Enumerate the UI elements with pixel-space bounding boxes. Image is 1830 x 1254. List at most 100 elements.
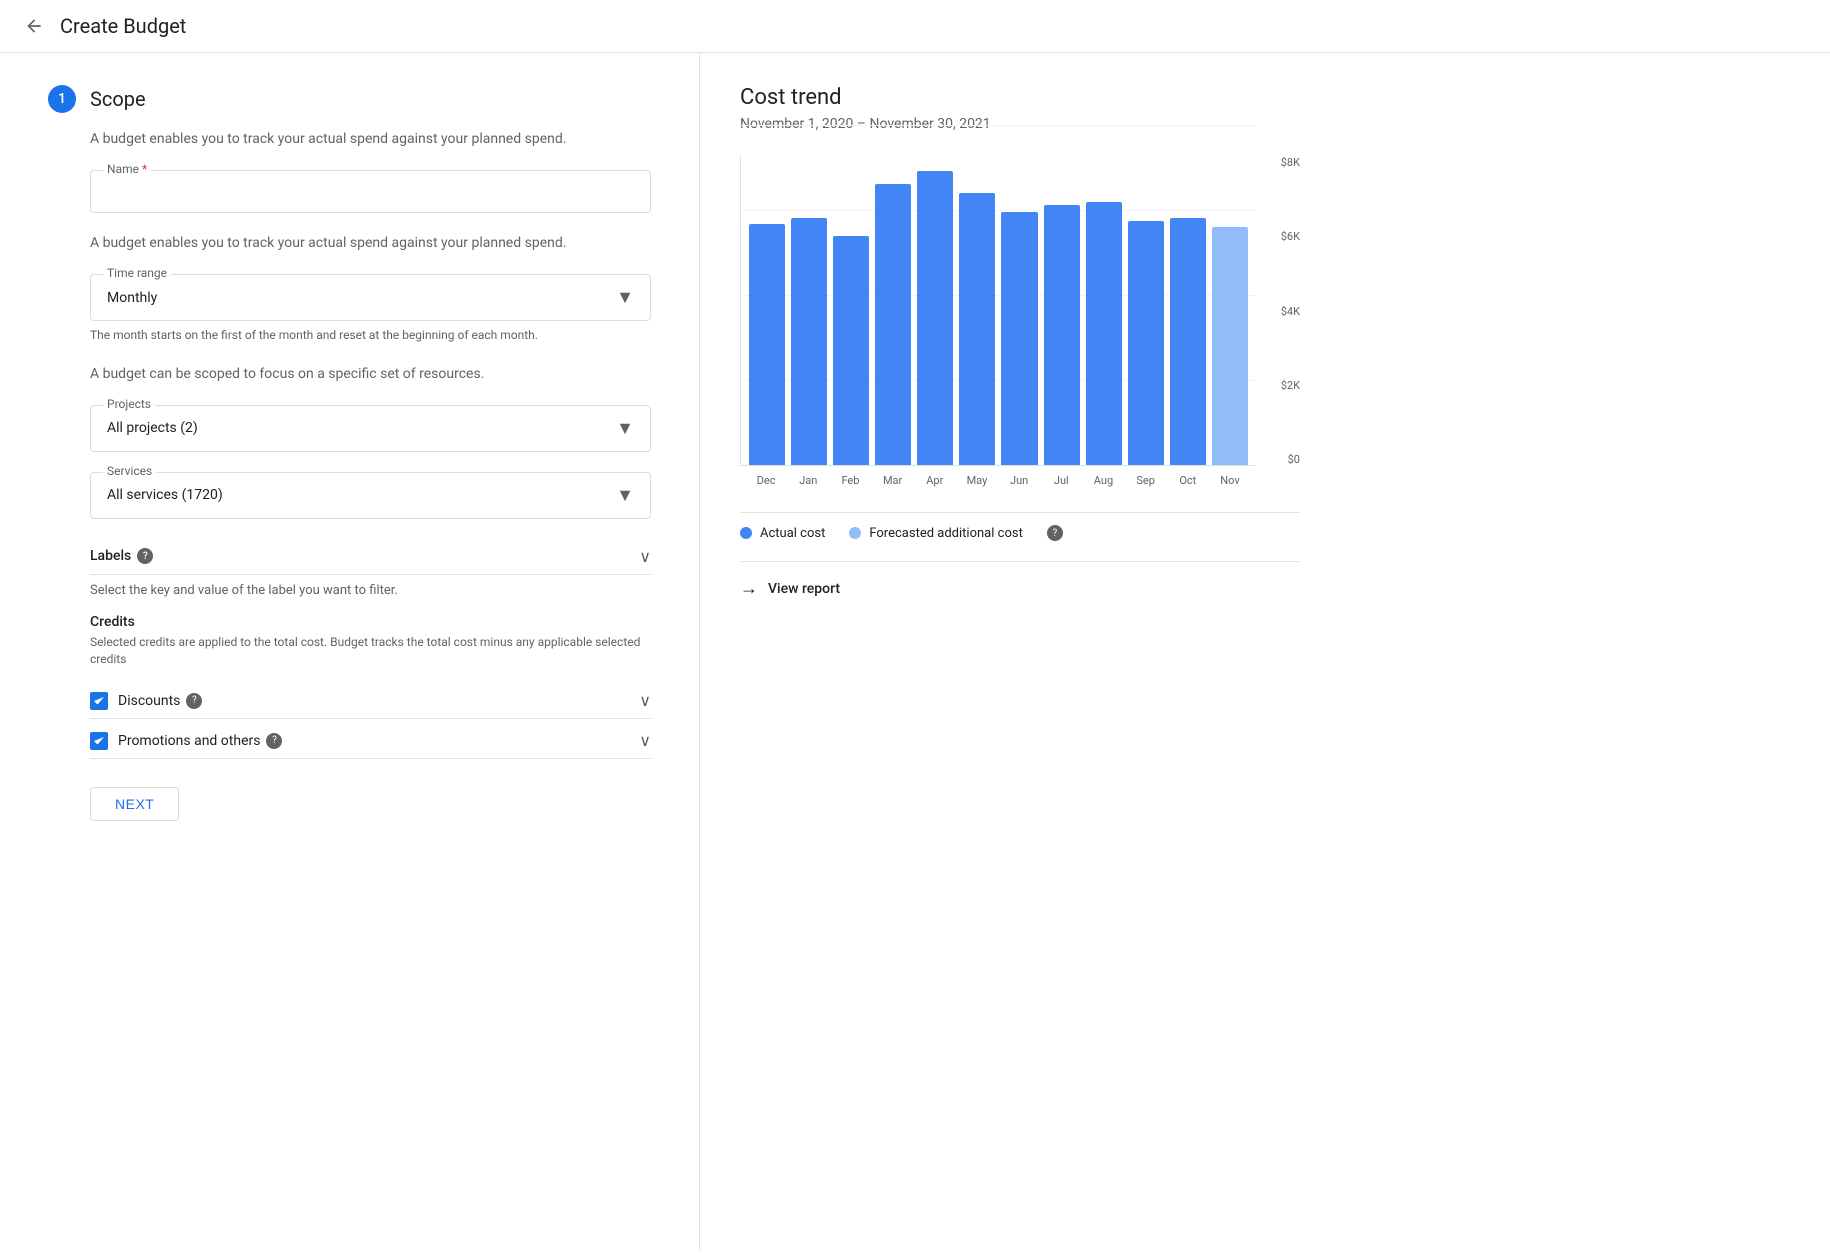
discounts-checkbox[interactable] bbox=[90, 692, 108, 710]
bar-col-may bbox=[959, 156, 995, 465]
bar-jan bbox=[791, 218, 827, 465]
legend-actual-dot bbox=[740, 527, 752, 539]
legend-forecast: Forecasted additional cost bbox=[849, 526, 1022, 541]
scope-desc3: A budget can be scoped to focus on a spe… bbox=[90, 364, 651, 385]
bar-col-dec bbox=[749, 156, 785, 465]
projects-value: All projects (2) bbox=[107, 420, 198, 436]
x-label-jul: Jul bbox=[1043, 468, 1079, 496]
x-label-jan: Jan bbox=[790, 468, 826, 496]
step-circle: 1 bbox=[48, 85, 76, 113]
bar-dec bbox=[749, 224, 785, 465]
services-field: Services All services (1720) ▼ bbox=[90, 472, 651, 519]
legend-actual-label: Actual cost bbox=[760, 526, 825, 541]
bar-col-jan bbox=[791, 156, 827, 465]
chart-bars bbox=[740, 156, 1256, 466]
chart-container: $8K $6K $4K $2K $0 DecJanFebMarAprMayJun… bbox=[740, 156, 1300, 615]
labels-collapsible[interactable]: Labels ? ∨ bbox=[90, 539, 651, 575]
projects-label: Projects bbox=[103, 397, 155, 411]
labels-desc: Select the key and value of the label yo… bbox=[90, 575, 651, 606]
right-panel: Cost trend November 1, 2020 – November 3… bbox=[700, 53, 1830, 1250]
time-range-label: Time range bbox=[103, 266, 171, 280]
gridline-100 bbox=[740, 125, 1256, 126]
promotions-help-icon[interactable]: ? bbox=[266, 733, 282, 749]
bar-nov bbox=[1212, 227, 1248, 465]
projects-field: Projects All projects (2) ▼ bbox=[90, 405, 651, 452]
legend-help-icon[interactable]: ? bbox=[1047, 525, 1063, 541]
bar-col-jul bbox=[1044, 156, 1080, 465]
name-input[interactable] bbox=[107, 183, 634, 199]
name-field: Name * bbox=[90, 170, 651, 213]
arrow-right-icon: → bbox=[740, 578, 758, 599]
bar-sep bbox=[1128, 221, 1164, 465]
bar-apr bbox=[917, 171, 953, 465]
view-report-label: View report bbox=[768, 581, 840, 597]
chart-legend: Actual cost Forecasted additional cost ? bbox=[740, 512, 1300, 553]
discounts-help-icon[interactable]: ? bbox=[186, 693, 202, 709]
legend-forecast-dot bbox=[849, 527, 861, 539]
services-value: All services (1720) bbox=[107, 487, 223, 503]
promotions-checkbox[interactable] bbox=[90, 732, 108, 750]
scope-desc2: A budget enables you to track your actua… bbox=[90, 233, 651, 254]
bar-col-sep bbox=[1128, 156, 1164, 465]
discounts-label: Discounts ? bbox=[118, 693, 202, 709]
cost-trend-title: Cost trend bbox=[740, 85, 1790, 110]
x-label-feb: Feb bbox=[832, 468, 868, 496]
discounts-row[interactable]: Discounts ? ∨ bbox=[90, 683, 651, 719]
x-label-dec: Dec bbox=[748, 468, 784, 496]
y-label-0: $0 bbox=[1288, 453, 1300, 466]
name-label: Name * bbox=[103, 162, 151, 176]
time-range-field: Time range Monthly ▼ The month starts on… bbox=[90, 274, 651, 344]
view-report-row[interactable]: → View report bbox=[740, 561, 1300, 615]
services-dropdown[interactable]: Services All services (1720) ▼ bbox=[90, 472, 651, 519]
x-label-mar: Mar bbox=[875, 468, 911, 496]
chart-x-labels: DecJanFebMarAprMayJunJulAugSepOctNov bbox=[740, 468, 1256, 496]
chart-y-labels: $8K $6K $4K $2K $0 bbox=[1260, 156, 1300, 466]
back-button[interactable] bbox=[24, 16, 44, 36]
bar-col-jun bbox=[1001, 156, 1037, 465]
section-header: 1 Scope bbox=[48, 85, 651, 113]
services-label: Services bbox=[103, 464, 156, 478]
bar-col-oct bbox=[1170, 156, 1206, 465]
y-label-4k: $4K bbox=[1281, 305, 1300, 318]
time-range-dropdown[interactable]: Time range Monthly ▼ bbox=[90, 274, 651, 321]
next-button[interactable]: NEXT bbox=[90, 787, 179, 821]
legend-actual: Actual cost bbox=[740, 526, 825, 541]
chevron-down-icon: ▼ bbox=[616, 287, 634, 308]
x-label-nov: Nov bbox=[1212, 468, 1248, 496]
y-label-6k: $6K bbox=[1281, 230, 1300, 243]
chevron-down-icon: ▼ bbox=[616, 485, 634, 506]
bar-jul bbox=[1044, 205, 1080, 465]
chart-area: $8K $6K $4K $2K $0 DecJanFebMarAprMayJun… bbox=[740, 156, 1300, 496]
x-label-jun: Jun bbox=[1001, 468, 1037, 496]
labels-chevron-icon: ∨ bbox=[639, 547, 651, 566]
y-label-8k: $8K bbox=[1281, 156, 1300, 169]
x-label-aug: Aug bbox=[1085, 468, 1121, 496]
time-range-value: Monthly bbox=[107, 290, 157, 306]
bar-col-mar bbox=[875, 156, 911, 465]
bar-oct bbox=[1170, 218, 1206, 465]
labels-section: Labels ? ∨ Select the key and value of t… bbox=[90, 539, 651, 606]
x-label-apr: Apr bbox=[917, 468, 953, 496]
bar-feb bbox=[833, 236, 869, 465]
left-panel: 1 Scope A budget enables you to track yo… bbox=[0, 53, 700, 1250]
projects-dropdown[interactable]: Projects All projects (2) ▼ bbox=[90, 405, 651, 452]
scope-desc1: A budget enables you to track your actua… bbox=[90, 129, 651, 150]
promotions-label: Promotions and others ? bbox=[118, 733, 282, 749]
bar-col-feb bbox=[833, 156, 869, 465]
bar-col-apr bbox=[917, 156, 953, 465]
bar-aug bbox=[1086, 202, 1122, 465]
promotions-row[interactable]: Promotions and others ? ∨ bbox=[90, 723, 651, 759]
legend-forecast-label: Forecasted additional cost bbox=[869, 526, 1022, 541]
bar-jun bbox=[1001, 212, 1037, 465]
credits-section: Credits Selected credits are applied to … bbox=[90, 614, 651, 668]
time-range-hint: The month starts on the first of the mon… bbox=[90, 327, 651, 344]
app-header: Create Budget bbox=[0, 0, 1830, 53]
x-label-sep: Sep bbox=[1128, 468, 1164, 496]
bar-col-nov bbox=[1212, 156, 1248, 465]
x-label-oct: Oct bbox=[1170, 468, 1206, 496]
name-input-wrapper[interactable]: Name * bbox=[90, 170, 651, 213]
discounts-chevron-icon: ∨ bbox=[639, 691, 651, 710]
promotions-chevron-icon: ∨ bbox=[639, 731, 651, 750]
labels-help-icon[interactable]: ? bbox=[137, 548, 153, 564]
y-label-2k: $2K bbox=[1281, 379, 1300, 392]
